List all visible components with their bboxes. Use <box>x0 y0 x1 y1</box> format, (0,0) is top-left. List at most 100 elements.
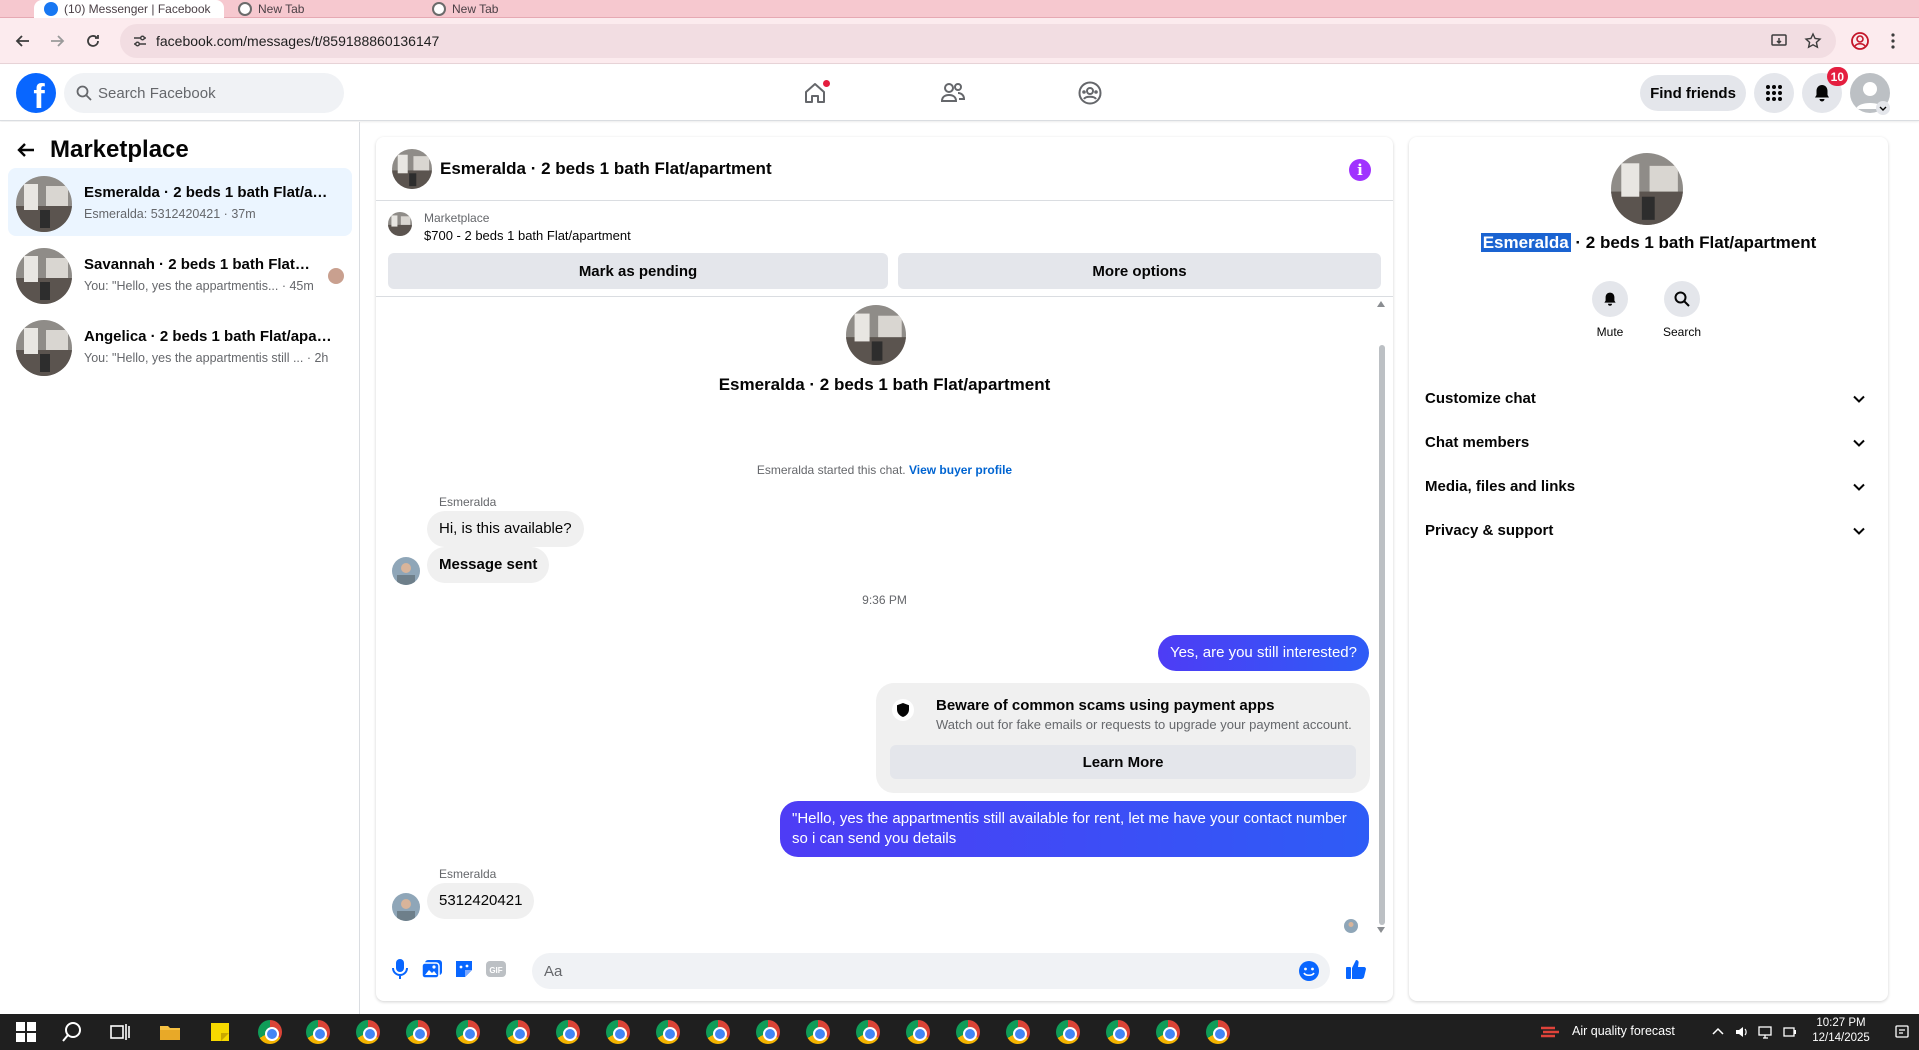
chrome-taskbar-icon[interactable] <box>1206 1020 1230 1044</box>
sender-avatar[interactable] <box>392 557 420 585</box>
chrome-taskbar-icon[interactable] <box>258 1020 282 1044</box>
media-files-links-section[interactable]: Media, files and links <box>1417 465 1880 509</box>
chrome-taskbar-icon[interactable] <box>1156 1020 1180 1044</box>
search-input[interactable] <box>98 73 328 113</box>
message-input[interactable] <box>544 953 1284 989</box>
back-arrow-icon[interactable] <box>16 140 36 160</box>
friends-icon <box>940 83 966 102</box>
sticky-notes-icon[interactable] <box>208 1020 232 1044</box>
chrome-taskbar-icon[interactable] <box>856 1020 880 1044</box>
back-button[interactable] <box>10 28 36 54</box>
site-settings-icon[interactable] <box>132 33 148 49</box>
forward-button[interactable] <box>44 28 70 54</box>
view-buyer-profile-link[interactable]: View buyer profile <box>909 463 1012 477</box>
chrome-taskbar-icon[interactable] <box>906 1020 930 1044</box>
chrome-taskbar-icon[interactable] <box>756 1020 780 1044</box>
chevron-down-icon <box>1853 439 1865 447</box>
chat-start-text: Esmeralda started this chat. <box>756 463 906 477</box>
taskbar-clock[interactable]: 10:27 PM 12/14/2025 <box>1806 1016 1876 1046</box>
chrome-taskbar-icon[interactable] <box>1056 1020 1080 1044</box>
search-action[interactable]: Search <box>1652 281 1712 339</box>
facebook-search[interactable] <box>64 73 344 113</box>
learn-more-button[interactable]: Learn More <box>890 745 1356 779</box>
weather-widget-text[interactable]: Air quality forecast <box>1572 1024 1675 1038</box>
air-quality-icon[interactable] <box>1538 1020 1562 1044</box>
message-input-field[interactable] <box>532 953 1330 989</box>
menu-button[interactable] <box>1754 73 1794 113</box>
message-bubble-incoming[interactable]: Message sent <box>427 547 550 583</box>
scroll-down-arrow-icon[interactable] <box>1377 927 1385 933</box>
message-bubble-incoming[interactable]: 5312420421 <box>427 883 535 919</box>
speaker-icon[interactable] <box>1734 1024 1750 1040</box>
mute-action[interactable]: Mute <box>1580 281 1640 339</box>
chrome-taskbar-icon[interactable] <box>506 1020 530 1044</box>
browser-tab-new-2[interactable]: New Tab <box>422 0 602 18</box>
chat-thumbnail[interactable] <box>392 149 432 189</box>
chrome-taskbar-icon[interactable] <box>406 1020 430 1044</box>
sticker-button[interactable] <box>452 957 476 981</box>
privacy-support-section[interactable]: Privacy & support <box>1417 509 1880 553</box>
chrome-taskbar-icon[interactable] <box>706 1020 730 1044</box>
chrome-taskbar-icon[interactable] <box>306 1020 330 1044</box>
reload-button[interactable] <box>80 28 106 54</box>
chrome-taskbar-icon[interactable] <box>956 1020 980 1044</box>
task-view-icon[interactable] <box>108 1020 132 1044</box>
address-bar[interactable]: facebook.com/messages/t/859188860136147 <box>120 24 1836 58</box>
emoji-icon[interactable] <box>1298 960 1320 982</box>
network-icon[interactable] <box>1758 1024 1774 1040</box>
intro-thumbnail <box>846 305 906 365</box>
notification-center-icon[interactable] <box>1894 1024 1910 1040</box>
chrome-taskbar-icon[interactable] <box>606 1020 630 1044</box>
chrome-taskbar-icon[interactable] <box>1006 1020 1030 1044</box>
details-title-highlighted[interactable]: Esmeralda <box>1480 233 1571 252</box>
conversation-item[interactable]: Esmeralda · 2 beds 1 bath Flat/apa... Es… <box>8 168 352 236</box>
file-explorer-icon[interactable] <box>158 1020 182 1044</box>
windows-start-icon[interactable] <box>14 1020 38 1044</box>
attach-photo-button[interactable] <box>420 957 444 981</box>
details-thumbnail[interactable] <box>1611 153 1683 225</box>
taskbar-search-icon[interactable] <box>60 1020 84 1044</box>
scrollbar-thumb[interactable] <box>1379 345 1385 925</box>
browser-menu-icon[interactable] <box>1890 31 1896 51</box>
conversation-item[interactable]: Angelica · 2 beds 1 bath Flat/apart... Y… <box>8 312 352 380</box>
chrome-taskbar-icon[interactable] <box>556 1020 580 1044</box>
profile-icon[interactable] <box>1850 31 1870 51</box>
message-bubble-outgoing[interactable]: Yes, are you still interested? <box>1157 635 1369 671</box>
bookmark-star-icon[interactable] <box>1804 32 1822 50</box>
sender-avatar[interactable] <box>392 893 420 921</box>
battery-icon[interactable] <box>1782 1024 1798 1040</box>
chrome-taskbar-icon[interactable] <box>806 1020 830 1044</box>
chrome-taskbar-icon[interactable] <box>656 1020 680 1044</box>
message-bubble-outgoing[interactable]: "Hello, yes the appartmentis still avail… <box>780 801 1369 857</box>
url-text[interactable]: facebook.com/messages/t/859188860136147 <box>156 33 439 49</box>
nav-friends[interactable] <box>929 65 977 121</box>
chat-title[interactable]: Esmeralda · 2 beds 1 bath Flat/apartment <box>440 159 772 179</box>
conversation-info-button[interactable]: i <box>1349 159 1371 181</box>
find-friends-button[interactable]: Find friends <box>1640 75 1746 111</box>
message-bubble-incoming[interactable]: Hi, is this available? <box>427 511 584 547</box>
chrome-taskbar-icon[interactable] <box>1106 1020 1130 1044</box>
send-like-button[interactable] <box>1344 957 1368 981</box>
notifications-button[interactable]: 10 <box>1802 67 1848 113</box>
conversation-item[interactable]: Savannah · 2 beds 1 bath Flat/ap... You:… <box>8 240 352 308</box>
more-options-button[interactable]: More options <box>898 253 1381 289</box>
chrome-taskbar-icon[interactable] <box>456 1020 480 1044</box>
tray-chevron-up-icon[interactable] <box>1712 1026 1724 1036</box>
listing-price-title[interactable]: $700 - 2 beds 1 bath Flat/apartment <box>424 228 631 243</box>
nav-home[interactable] <box>791 65 839 121</box>
facebook-logo[interactable]: f <box>16 73 56 113</box>
scroll-up-arrow-icon[interactable] <box>1377 301 1385 307</box>
mark-as-pending-button[interactable]: Mark as pending <box>388 253 888 289</box>
gif-button[interactable]: GIF <box>484 957 508 981</box>
facebook-logo-letter: f <box>33 78 45 113</box>
browser-tab-messenger[interactable]: (10) Messenger | Facebook <box>34 0 224 18</box>
nav-groups[interactable] <box>1066 65 1114 121</box>
account-chevron-icon[interactable] <box>1876 101 1890 115</box>
browser-tab-new-1[interactable]: New Tab <box>228 0 408 18</box>
install-app-icon[interactable] <box>1770 32 1788 50</box>
chevron-down-icon <box>1853 395 1865 403</box>
chrome-taskbar-icon[interactable] <box>356 1020 380 1044</box>
chat-members-section[interactable]: Chat members <box>1417 421 1880 465</box>
customize-chat-section[interactable]: Customize chat <box>1417 377 1880 421</box>
voice-clip-button[interactable] <box>388 957 412 981</box>
